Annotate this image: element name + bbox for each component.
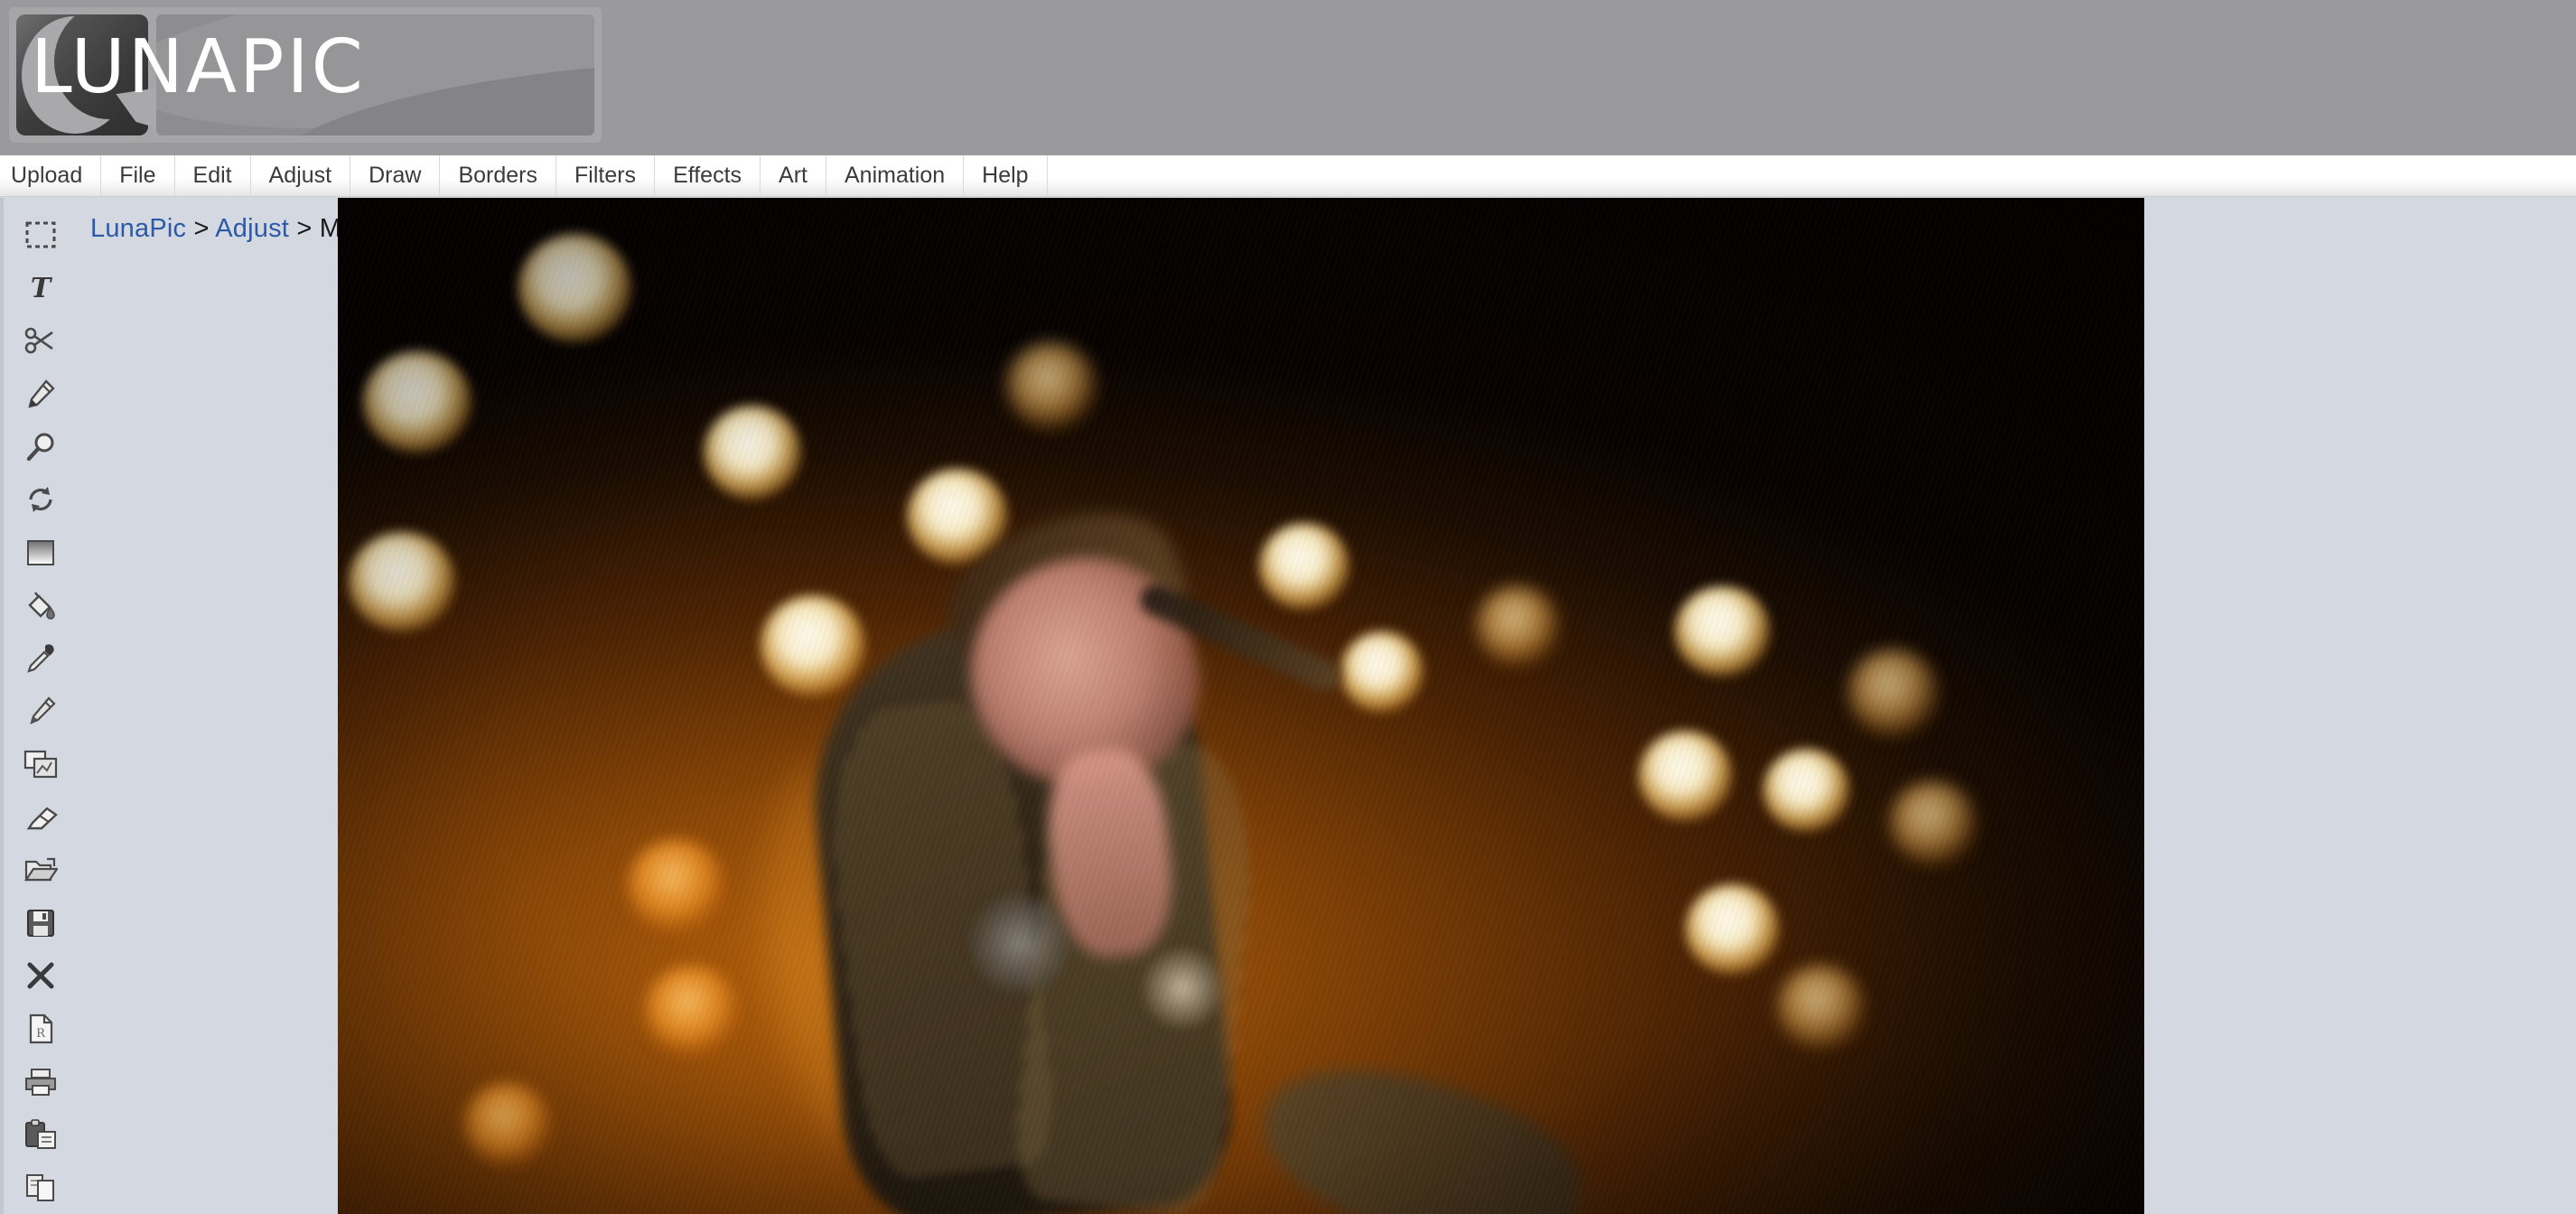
tool-eraser[interactable] <box>2 790 79 844</box>
menu-file[interactable]: File <box>101 155 175 196</box>
selection-marquee-icon <box>25 221 56 248</box>
scissors-icon <box>24 326 57 355</box>
eyedropper-icon <box>25 643 56 674</box>
performer-figure <box>338 198 2144 1214</box>
header-bar: LUNAPIC <box>0 0 2576 155</box>
menu-borders[interactable]: Borders <box>440 155 556 196</box>
rotate-arrows-icon <box>25 484 56 515</box>
menu-filters[interactable]: Filters <box>556 155 656 196</box>
pencil-icon <box>25 378 56 409</box>
printer-icon <box>23 1068 58 1097</box>
svg-text:R: R <box>36 1027 46 1041</box>
menu-upload[interactable]: Upload <box>0 155 102 196</box>
tool-clone[interactable] <box>2 738 79 791</box>
tool-sidebar: T R <box>0 198 78 1214</box>
floppy-disk-icon <box>26 909 55 938</box>
tool-new[interactable]: R <box>2 1003 79 1056</box>
tool-text[interactable]: T <box>2 262 79 315</box>
clone-stamp-icon <box>23 750 58 779</box>
menu-animation[interactable]: Animation <box>826 155 965 196</box>
paintbrush-icon <box>25 696 56 726</box>
tool-crop-cut[interactable] <box>2 314 79 368</box>
paint-bucket-icon <box>24 590 57 621</box>
tool-save[interactable] <box>2 897 79 950</box>
tool-print[interactable] <box>2 1055 79 1108</box>
tool-brush[interactable] <box>2 685 79 738</box>
menu-adjust[interactable]: Adjust <box>251 155 351 196</box>
lunapic-logo[interactable]: LUNAPIC <box>9 7 602 143</box>
tool-copy[interactable] <box>2 1161 79 1214</box>
brand-wordmark: LUNAPIC <box>31 24 366 110</box>
tool-zoom[interactable] <box>2 420 79 473</box>
menu-effects[interactable]: Effects <box>655 155 761 196</box>
tool-paste[interactable] <box>2 1108 79 1162</box>
gradient-icon <box>25 538 56 567</box>
new-document-icon: R <box>27 1013 54 1044</box>
tool-gradient[interactable] <box>2 526 79 579</box>
clipboard-paste-icon <box>24 1119 57 1150</box>
magnifier-icon <box>25 432 56 462</box>
tool-close[interactable] <box>2 949 79 1003</box>
tool-rotate[interactable] <box>2 473 79 527</box>
edited-image-canvas[interactable] <box>338 198 2144 1214</box>
tool-pencil[interactable] <box>2 368 79 421</box>
copy-pages-icon <box>24 1173 57 1202</box>
menu-help[interactable]: Help <box>964 155 1048 196</box>
tool-select[interactable] <box>2 209 79 262</box>
tool-fill[interactable] <box>2 579 79 632</box>
close-x-icon <box>26 961 55 990</box>
tool-open[interactable] <box>2 844 79 897</box>
menu-art[interactable]: Art <box>761 155 826 196</box>
tool-colorpicker[interactable] <box>2 632 79 686</box>
menu-draw[interactable]: Draw <box>350 155 441 196</box>
eraser-icon <box>23 805 58 830</box>
svg-text:T: T <box>31 273 53 304</box>
open-folder-icon <box>23 855 58 884</box>
menu-edit[interactable]: Edit <box>175 155 251 196</box>
text-tool-icon: T <box>25 273 56 304</box>
main-menu-bar: Upload File Edit Adjust Draw Borders Fil… <box>0 155 2576 197</box>
